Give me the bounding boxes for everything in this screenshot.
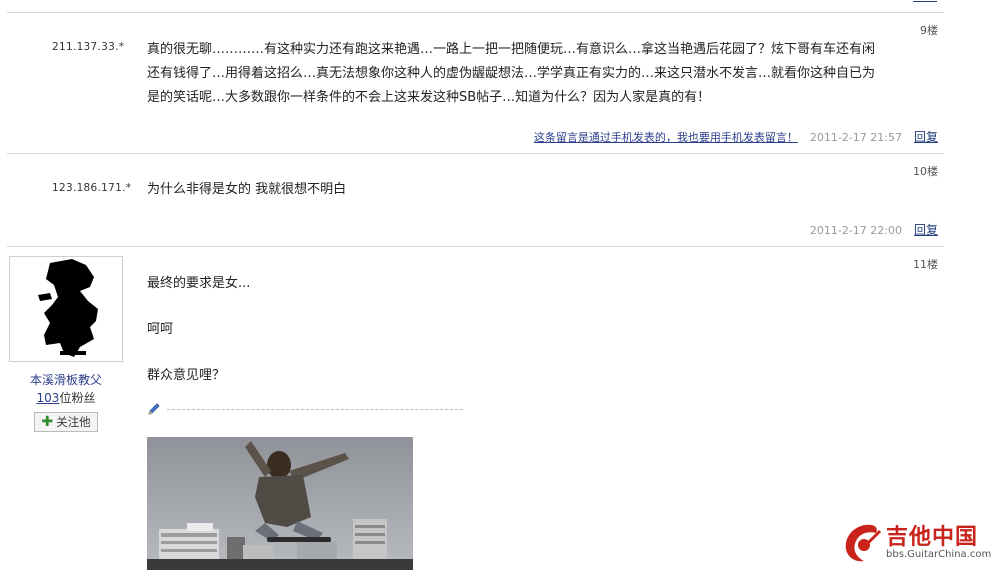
poster-ip: 211.137.33.* (52, 41, 125, 53)
post-line: 呵呵 (147, 322, 174, 337)
signature-divider (147, 402, 463, 416)
guitarchina-logo-icon (845, 524, 882, 562)
plus-icon: ✚ (41, 414, 54, 430)
floor-number: 9楼 (920, 24, 938, 37)
mobile-post-link[interactable]: 这条留言是通过手机发表的，我也要用手机发表留言！ (534, 129, 798, 145)
post-divider-top (7, 12, 944, 13)
username-link[interactable]: 本溪滑板教父 (9, 371, 123, 388)
skater-silhouette-icon (38, 259, 98, 357)
poster-ip: 123.186.171.* (52, 182, 132, 194)
post-content: 最终的要求是女... 呵呵 群众意见哩？ (147, 272, 250, 387)
post-content: 为什么非得是女的 我就很想不明白 (147, 178, 346, 202)
watermark-title: 吉他中国 (886, 525, 979, 550)
post-divider (7, 246, 944, 247)
reply-link[interactable]: 回复 (914, 128, 938, 145)
post-line: 真的很无聊…………有这种实力还有跑这来艳遇…一路上一把一把随便玩…有意识么…拿这… (147, 42, 876, 57)
post-content: 真的很无聊…………有这种实力还有跑这来艳遇…一路上一把一把随便玩…有意识么…拿这… (147, 38, 875, 110)
post-line: 为什么非得是女的 我就很想不明白 (147, 182, 347, 197)
post-line: 群众意见哩？ (147, 368, 226, 383)
fans-suffix: 位粉丝 (59, 391, 96, 405)
post-line: 是的笑话呢…大多数跟你一样条件的不会上这来发这种SB帖子…知道为什么？因为人家是… (147, 90, 711, 105)
post-line: 最终的要求是女... (147, 276, 251, 291)
fans-count: 103位粉丝 (9, 389, 123, 406)
post-meta: 2011-2-17 22:00 回复 (810, 221, 938, 238)
follow-label: 关注他 (56, 415, 91, 429)
floor-number: 10楼 (913, 165, 938, 178)
post-photo[interactable] (147, 437, 413, 570)
site-watermark: 吉他中国 bbs.GuitarChina.com (842, 519, 992, 565)
user-avatar[interactable] (9, 256, 123, 362)
fans-number-link[interactable]: 103 (37, 391, 60, 405)
partial-reply-link[interactable] (913, 0, 937, 2)
watermark-url: bbs.GuitarChina.com (886, 549, 992, 560)
skateboard-jump-photo (147, 437, 413, 570)
reply-link[interactable]: 回复 (914, 221, 938, 238)
follow-button[interactable]: ✚ 关注他 (34, 412, 98, 432)
post-time: 2011-2-17 21:57 (809, 131, 902, 144)
floor-number: 11楼 (913, 258, 938, 271)
pencil-icon (148, 403, 160, 415)
post-divider (7, 153, 944, 154)
post-time: 2011-2-17 22:00 (809, 224, 902, 237)
post-meta: 这条留言是通过手机发表的，我也要用手机发表留言！ 2011-2-17 21:57… (534, 128, 938, 145)
post-line: 还有钱得了…用得着这招么…真无法想象你这种人的虚伪龌龊想法…学学真正有实力的…来… (147, 66, 876, 81)
